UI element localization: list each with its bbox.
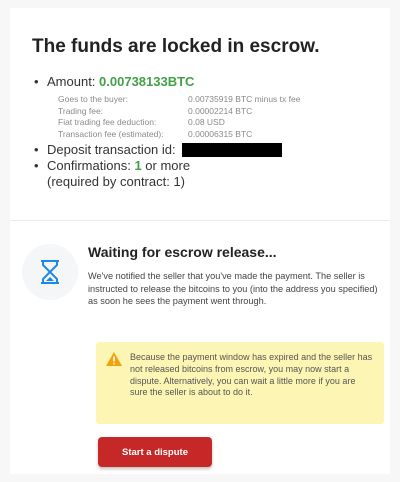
deposit-row: • Deposit transaction id:: [34, 142, 374, 158]
escrow-card: The funds are locked in escrow. • Amount…: [10, 8, 390, 474]
bullet-icon: •: [34, 74, 39, 89]
section-divider: [10, 220, 390, 221]
dispute-warning-box: Because the payment window has expired a…: [96, 342, 384, 424]
bullet-icon: •: [34, 142, 39, 157]
amount-value: 0.00738133BTC: [99, 74, 195, 89]
amount-label: Amount:: [47, 74, 96, 89]
confirmations-note: (required by contract: 1): [47, 174, 186, 189]
amount-row: • Amount: 0.00738133BTC: [34, 74, 374, 90]
waiting-description: We've notified the seller that you've ma…: [88, 271, 378, 306]
deposit-label: Deposit transaction id:: [47, 142, 176, 157]
detail-row: Trading fee: 0.00002214 BTC: [58, 106, 374, 118]
detail-row: Goes to the buyer: 0.00735919 BTC minus …: [58, 94, 374, 106]
detail-value: 0.00006315 BTC: [188, 128, 253, 139]
page-title: The funds are locked in escrow.: [32, 36, 320, 57]
detail-value: 0.08 USD: [188, 117, 225, 127]
confirmations-suffix: or more: [145, 158, 191, 173]
detail-label: Transaction fee (estimated):: [58, 128, 164, 139]
confirmations-value: 1: [134, 158, 142, 173]
detail-value: 0.00735919 BTC minus tx fee: [188, 94, 301, 104]
start-dispute-button[interactable]: Start a dispute: [98, 437, 212, 467]
detail-label: Trading fee:: [58, 105, 104, 116]
escrow-info-list: • Amount: 0.00738133BTC Goes to the buye…: [34, 74, 374, 190]
detail-row: Transaction fee (estimated): 0.00006315 …: [58, 129, 374, 141]
warning-triangle-icon: [106, 352, 122, 366]
waiting-title: Waiting for escrow release...: [88, 244, 277, 260]
detail-label: Fiat trading fee deduction:: [58, 117, 157, 127]
bullet-icon: •: [34, 158, 39, 173]
hourglass-icon: [41, 260, 59, 284]
redacted-transaction-id: [182, 143, 283, 157]
amount-details: Goes to the buyer: 0.00735919 BTC minus …: [34, 94, 374, 140]
status-icon-circle: [22, 244, 78, 300]
confirmations-label: Confirmations:: [47, 158, 131, 173]
detail-row: Fiat trading fee deduction: 0.08 USD: [58, 117, 374, 129]
confirmations-row: • Confirmations: 1 or more: [34, 158, 374, 174]
detail-label: Goes to the buyer:: [58, 94, 128, 104]
warning-text: Because the payment window has expired a…: [130, 352, 373, 398]
detail-value: 0.00002214 BTC: [188, 105, 253, 116]
